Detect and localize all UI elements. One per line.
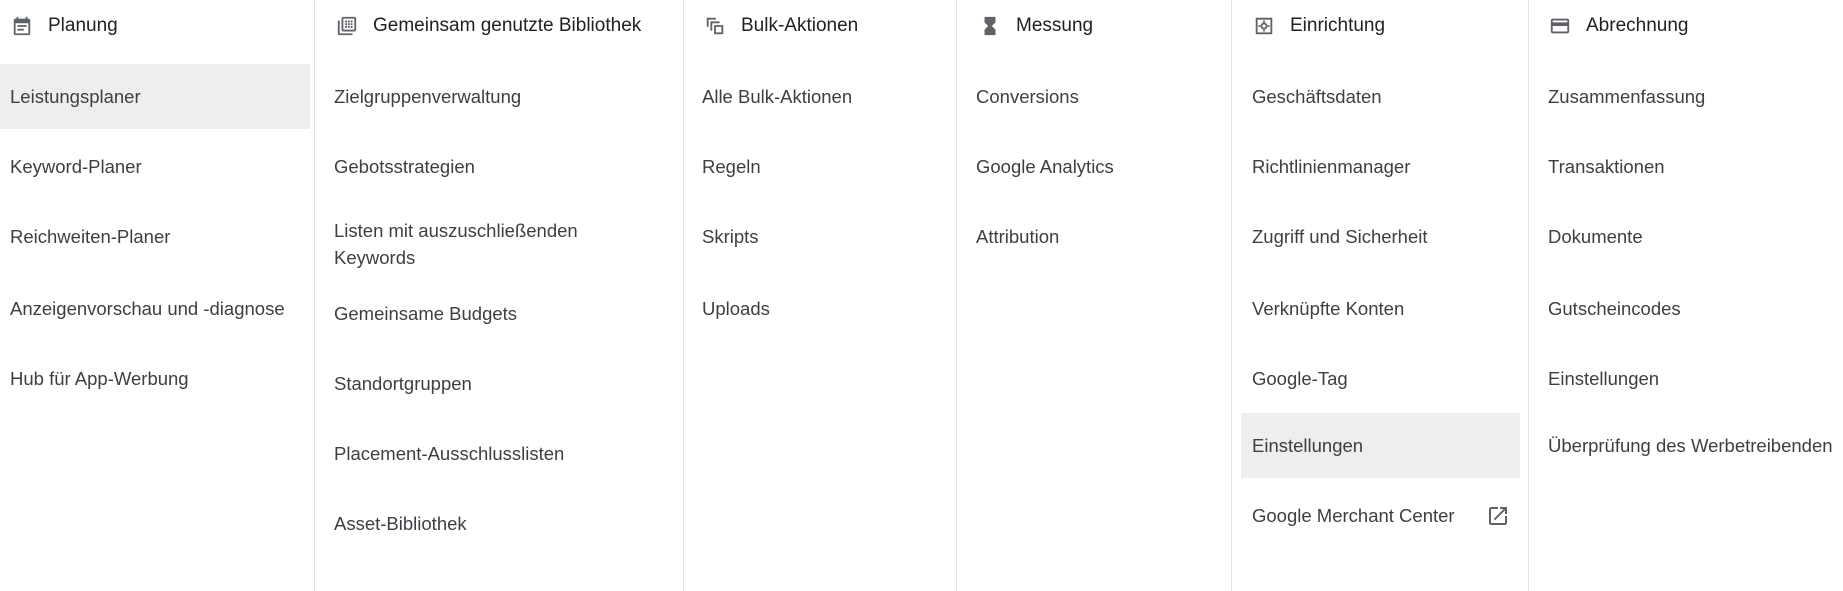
column-header: Messung xyxy=(957,0,1231,52)
column-title: Abrechnung xyxy=(1586,15,1689,36)
menu-item-label: Standortgruppen xyxy=(334,373,472,394)
open-in-new-icon xyxy=(1486,504,1510,528)
menu-item-label: Google-Tag xyxy=(1252,368,1348,389)
menu-item-label: Einstellungen xyxy=(1548,368,1660,389)
menu-item-zielgruppenverwaltung[interactable]: Zielgruppenverwaltung xyxy=(315,64,675,129)
menu-item-label: Einstellungen xyxy=(1252,435,1364,456)
menu-item-label: Gutscheincodes xyxy=(1548,298,1681,319)
tools-menu: Planung Leistungsplaner Keyword-Planer R… xyxy=(0,0,1843,591)
menu-item-label: Anzeigenvorschau und -diagnose xyxy=(10,298,285,319)
menu-item-label: Überprüfung des Werbetreibenden xyxy=(1548,435,1833,456)
column-title: Planung xyxy=(48,15,118,36)
menu-item-label: Conversions xyxy=(976,86,1079,107)
menu-item-gebotsstrategien[interactable]: Gebotsstrategien xyxy=(315,134,675,199)
menu-item-label: Zugriff und Sicherheit xyxy=(1252,226,1428,247)
menu-item-label: Richtlinienmanager xyxy=(1252,156,1411,177)
menu-item-label: Asset-Bibliothek xyxy=(334,513,467,534)
menu-item-attribution[interactable]: Attribution xyxy=(957,204,1223,269)
column-header: Abrechnung xyxy=(1529,0,1843,52)
column-header: Planung xyxy=(0,0,314,52)
credit-card-icon xyxy=(1548,14,1572,38)
menu-item-label: Verknüpfte Konten xyxy=(1252,298,1405,319)
column-messung: Messung Conversions Google Analytics Att… xyxy=(956,0,1231,591)
menu-item-transaktionen[interactable]: Transaktionen xyxy=(1529,134,1829,199)
menu-item-asset-bibliothek[interactable]: Asset-Bibliothek xyxy=(315,491,675,556)
menu-item-reichweiten-planer[interactable]: Reichweiten-Planer xyxy=(0,204,310,269)
column-planung: Planung Leistungsplaner Keyword-Planer R… xyxy=(0,0,314,591)
column-header: Einrichtung xyxy=(1232,0,1528,52)
column-title: Messung xyxy=(1016,15,1094,36)
menu-item-label: Dokumente xyxy=(1548,226,1643,247)
menu-item-label: Regeln xyxy=(702,156,761,177)
settings-icon xyxy=(1252,14,1276,38)
column-einrichtung: Einrichtung Geschäftsdaten Richtlinienma… xyxy=(1231,0,1528,591)
menu-item-label: Skripts xyxy=(702,226,759,247)
copy-stack-icon xyxy=(703,14,727,38)
menu-item-conversions[interactable]: Conversions xyxy=(957,64,1223,129)
menu-item-placement-ausschlusslisten[interactable]: Placement-Ausschlusslisten xyxy=(315,421,675,486)
column-abrechnung: Abrechnung Zusammenfassung Transaktionen… xyxy=(1528,0,1843,591)
menu-item-label: Gemeinsame Budgets xyxy=(334,303,518,324)
menu-item-uploads[interactable]: Uploads xyxy=(684,276,948,341)
menu-item-label: Zusammenfassung xyxy=(1548,86,1706,107)
menu-item-geschaeftsdaten[interactable]: Geschäftsdaten xyxy=(1232,64,1520,129)
menu-item-anzeigenvorschau[interactable]: Anzeigenvorschau und -diagnose xyxy=(0,276,310,341)
column-title: Bulk-Aktionen xyxy=(741,15,859,36)
calendar-icon xyxy=(10,14,34,38)
menu-item-google-tag[interactable]: Google-Tag xyxy=(1232,346,1520,411)
menu-item-richtlinienmanager[interactable]: Richtlinienmanager xyxy=(1232,134,1520,199)
menu-item-label: Transaktionen xyxy=(1548,156,1665,177)
menu-item-label: Google Merchant Center xyxy=(1252,505,1455,526)
menu-item-zusammenfassung[interactable]: Zusammenfassung xyxy=(1529,64,1829,129)
menu-item-verknuepfte-konten[interactable]: Verknüpfte Konten xyxy=(1232,276,1520,341)
menu-item-label: Reichweiten-Planer xyxy=(10,226,171,247)
menu-item-skripts[interactable]: Skripts xyxy=(684,204,948,269)
menu-item-regeln[interactable]: Regeln xyxy=(684,134,948,199)
column-title: Einrichtung xyxy=(1290,15,1386,36)
menu-item-dokumente[interactable]: Dokumente xyxy=(1529,204,1829,269)
column-gemeinsam-genutzte-bibliothek: Gemeinsam genutzte Bibliothek Zielgruppe… xyxy=(314,0,683,591)
column-bulk-aktionen: Bulk-Aktionen Alle Bulk-Aktionen Regeln … xyxy=(683,0,956,591)
menu-item-label: Keyword-Planer xyxy=(10,156,142,177)
menu-item-google-merchant-center[interactable]: Google Merchant Center xyxy=(1232,483,1520,548)
menu-item-label: Leistungsplaner xyxy=(10,86,141,107)
menu-item-hub-app-werbung[interactable]: Hub für App-Werbung xyxy=(0,346,310,411)
column-header: Gemeinsam genutzte Bibliothek xyxy=(315,0,683,52)
menu-item-label: Uploads xyxy=(702,298,770,319)
menu-item-alle-bulk-aktionen[interactable]: Alle Bulk-Aktionen xyxy=(684,64,948,129)
menu-item-standortgruppen[interactable]: Standortgruppen xyxy=(315,351,675,416)
menu-item-gemeinsame-budgets[interactable]: Gemeinsame Budgets xyxy=(315,281,675,346)
menu-item-einstellungen[interactable]: Einstellungen xyxy=(1241,413,1520,478)
menu-item-gutscheincodes[interactable]: Gutscheincodes xyxy=(1529,276,1829,341)
menu-item-label: Google Analytics xyxy=(976,156,1114,177)
menu-item-label: Placement-Ausschlusslisten xyxy=(334,443,565,464)
menu-item-ausschliessende-keywords[interactable]: Listen mit auszuschließenden Keywords xyxy=(315,208,605,280)
hourglass-icon xyxy=(978,14,1002,38)
menu-item-billing-einstellungen[interactable]: Einstellungen xyxy=(1529,346,1829,411)
menu-item-label: Geschäftsdaten xyxy=(1252,86,1382,107)
menu-item-label: Attribution xyxy=(976,226,1060,247)
library-icon xyxy=(335,14,359,38)
menu-item-label: Gebotsstrategien xyxy=(334,156,475,177)
menu-item-label: Listen mit auszuschließenden Keywords xyxy=(334,220,578,268)
menu-item-label: Hub für App-Werbung xyxy=(10,368,189,389)
column-title: Gemeinsam genutzte Bibliothek xyxy=(373,15,642,36)
menu-item-google-analytics[interactable]: Google Analytics xyxy=(957,134,1223,199)
menu-item-zugriff-und-sicherheit[interactable]: Zugriff und Sicherheit xyxy=(1232,204,1520,269)
menu-item-label: Zielgruppenverwaltung xyxy=(334,86,522,107)
menu-item-label: Alle Bulk-Aktionen xyxy=(702,86,853,107)
column-header: Bulk-Aktionen xyxy=(684,0,956,52)
menu-item-ueberpruefung-werbetreibenden[interactable]: Überprüfung des Werbetreibenden xyxy=(1529,413,1833,478)
menu-item-keyword-planer[interactable]: Keyword-Planer xyxy=(0,134,310,199)
menu-item-leistungsplaner[interactable]: Leistungsplaner xyxy=(0,64,310,129)
